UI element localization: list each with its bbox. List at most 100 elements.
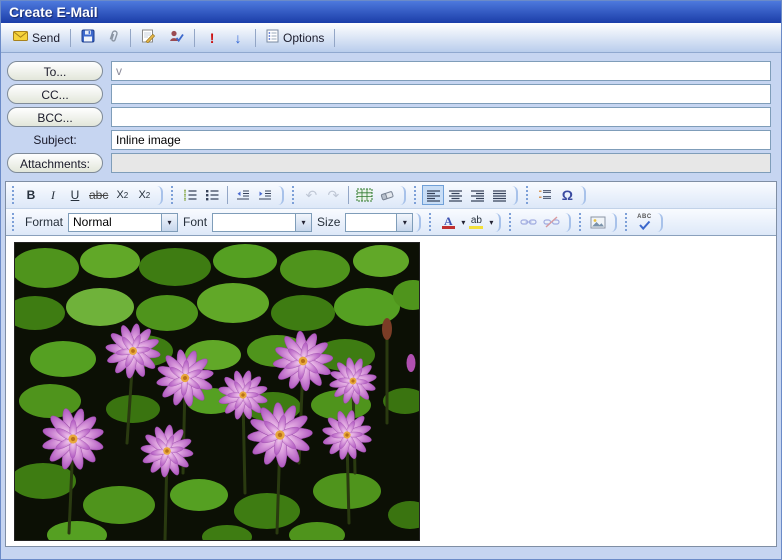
- horizontal-rule-button[interactable]: [534, 185, 556, 205]
- attachments-input: [111, 153, 771, 173]
- attachments-row: Attachments:: [7, 153, 775, 173]
- superscript-mark: 2: [146, 191, 150, 200]
- toolbar-separator: [194, 29, 195, 47]
- title-bar: Create E-Mail: [1, 1, 781, 23]
- justify-button[interactable]: [488, 185, 510, 205]
- bcc-row: BCC...: [7, 107, 775, 127]
- remove-format-eraser-button[interactable]: [376, 185, 398, 205]
- signature-button[interactable]: [135, 25, 162, 50]
- undo-button[interactable]: ↶: [300, 185, 322, 205]
- toolbar-grip: [292, 186, 296, 204]
- strikethrough-button[interactable]: abc: [86, 185, 111, 205]
- send-button[interactable]: Send: [7, 26, 66, 49]
- toolbar-group-cap: [495, 213, 501, 232]
- document-pencil-icon: [141, 29, 156, 46]
- toolbar-group-cap: [278, 186, 284, 205]
- increase-indent-button[interactable]: [254, 185, 276, 205]
- low-importance-button[interactable]: ↓: [225, 26, 251, 50]
- superscript-glyph: X: [138, 189, 145, 201]
- create-email-window: Create E-Mail Send: [0, 0, 782, 560]
- cc-input[interactable]: [111, 84, 771, 104]
- insert-link-button[interactable]: [517, 212, 540, 232]
- size-label: Size: [317, 215, 340, 229]
- chevron-down-icon[interactable]: ▾: [295, 214, 311, 231]
- paperclip-icon: [107, 29, 120, 46]
- redo-button[interactable]: ↷: [322, 185, 344, 205]
- underline-button[interactable]: U: [64, 185, 86, 205]
- highlight-icon: ab: [471, 216, 482, 226]
- bold-button[interactable]: B: [20, 185, 42, 205]
- format-select[interactable]: Normal ▾: [68, 213, 178, 232]
- toolbar-separator: [255, 29, 256, 47]
- bcc-button[interactable]: BCC...: [7, 107, 103, 127]
- align-right-button[interactable]: [466, 185, 488, 205]
- toolbar-group-cap: [512, 186, 518, 205]
- options-button[interactable]: Options: [260, 25, 330, 50]
- window-title: Create E-Mail: [9, 4, 98, 20]
- rich-text-editor: B I U abc X2 X2 ↶ ↷: [5, 181, 777, 547]
- highlight-swatch: [469, 226, 483, 229]
- italic-button[interactable]: I: [42, 185, 64, 205]
- cc-button[interactable]: CC...: [7, 84, 103, 104]
- check-names-button[interactable]: [162, 25, 190, 50]
- align-left-button[interactable]: [422, 185, 444, 205]
- message-body[interactable]: Photograph of pink water lilies among gr…: [6, 236, 776, 546]
- options-button-label: Options: [283, 31, 324, 45]
- chevron-down-icon[interactable]: ▾: [396, 214, 412, 231]
- toolbar-group-cap: [400, 186, 406, 205]
- toolbar-group-cap: [157, 186, 163, 205]
- toolbar-separator: [348, 186, 349, 204]
- bullet-list-button[interactable]: [201, 185, 223, 205]
- toolbar-separator: [227, 186, 228, 204]
- editor-toolbar-row2: Format Normal ▾ Font ▾ Size ▾ A ▾: [6, 209, 776, 236]
- toolbar-grip: [579, 213, 583, 231]
- decrease-indent-button[interactable]: [232, 185, 254, 205]
- toolbar-grip: [509, 213, 513, 231]
- person-check-icon: [168, 29, 184, 46]
- save-button[interactable]: [75, 25, 101, 50]
- low-importance-icon: ↓: [231, 30, 245, 46]
- attach-file-button[interactable]: [101, 25, 126, 50]
- insert-table-button[interactable]: [353, 185, 376, 205]
- toolbar-group-cap: [580, 186, 586, 205]
- text-color-button[interactable]: A: [437, 212, 459, 232]
- bcc-input[interactable]: [111, 107, 771, 127]
- text-color-icon: A: [444, 216, 453, 226]
- send-button-label: Send: [32, 31, 60, 45]
- subject-row: Subject:: [7, 130, 775, 150]
- font-select[interactable]: ▾: [212, 213, 312, 232]
- attachments-button[interactable]: Attachments:: [7, 153, 103, 173]
- subject-input[interactable]: [111, 130, 771, 150]
- toolbar-separator: [130, 29, 131, 47]
- toolbar-grip: [12, 213, 16, 231]
- toolbar-group-cap: [657, 213, 663, 232]
- subscript-button[interactable]: X2: [111, 185, 133, 205]
- toolbar-grip: [414, 186, 418, 204]
- subscript-mark: 2: [124, 191, 128, 200]
- insert-image-button[interactable]: [587, 212, 609, 232]
- toolbar-group-cap: [611, 213, 617, 232]
- inline-image-water-lilies[interactable]: Photograph of pink water lilies among gr…: [14, 242, 420, 541]
- chevron-down-icon[interactable]: ▾: [489, 218, 493, 227]
- toolbar-grip: [625, 213, 629, 231]
- special-character-button[interactable]: Ω: [556, 185, 578, 205]
- editor-toolbar-row1: B I U abc X2 X2 ↶ ↷: [6, 182, 776, 209]
- superscript-button[interactable]: X2: [133, 185, 155, 205]
- to-input[interactable]: [111, 61, 771, 81]
- format-value: Normal: [69, 215, 161, 229]
- font-label: Font: [183, 215, 207, 229]
- envelope-icon: [13, 30, 28, 45]
- highlight-color-button[interactable]: ab: [465, 212, 487, 232]
- align-center-button[interactable]: [444, 185, 466, 205]
- toolbar-separator: [70, 29, 71, 47]
- high-importance-button[interactable]: !: [199, 26, 225, 50]
- remove-link-button[interactable]: [540, 212, 563, 232]
- toolbar-group-cap: [565, 213, 571, 232]
- options-document-icon: [266, 29, 279, 46]
- high-importance-icon: !: [205, 30, 219, 46]
- spellcheck-button[interactable]: ABC: [633, 212, 655, 232]
- numbered-list-button[interactable]: [179, 185, 201, 205]
- size-select[interactable]: ▾: [345, 213, 413, 232]
- chevron-down-icon[interactable]: ▾: [161, 214, 177, 231]
- to-button[interactable]: To...: [7, 61, 103, 81]
